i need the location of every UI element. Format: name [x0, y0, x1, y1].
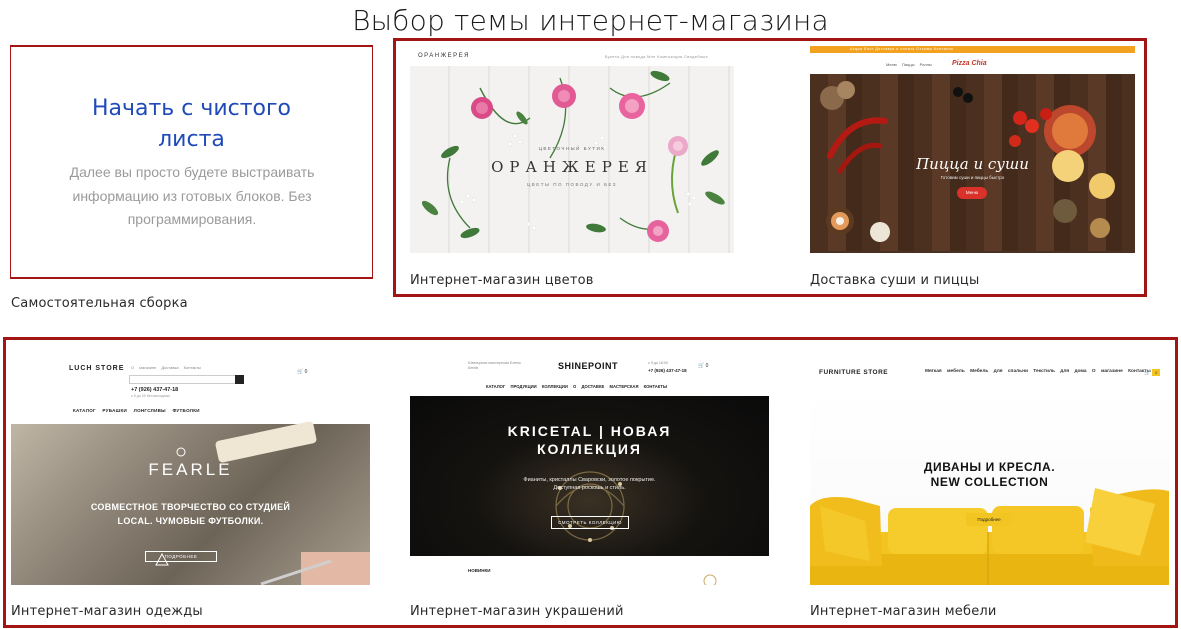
page-title: Выбор темы интернет-магазина — [352, 4, 829, 37]
theme-card-flowers[interactable]: ОРАНЖЕРЕЯ Букеты Для повода Мне Композиц… — [410, 48, 734, 253]
blank-desc-line1: Далее вы просто будете выстраивать — [69, 164, 315, 180]
jewelry-new-label: НОВИНКИ — [468, 568, 491, 573]
jewelry-collection-button: СМОТРЕТЬ КОЛЛЕКЦИЮ — [551, 516, 629, 529]
blank-start-title: Начать с чистого листа — [11, 93, 372, 155]
furniture-more-button: Подробнее — [966, 513, 1012, 526]
jewelry-hero-sub-line2: Доступная роскошь и стиль. — [553, 485, 626, 491]
theme-card-furniture[interactable]: FURNITURE STORE Мягкая мебель Мебель для… — [810, 356, 1169, 585]
sushi-menu-button: Меню — [957, 187, 987, 199]
theme-caption-jewelry[interactable]: Интернет-магазин украшений — [410, 604, 624, 619]
sushi-hero-title: Пицца и суши — [916, 155, 1029, 173]
blank-desc-line2: информацию из готовых блоков. Без — [72, 187, 312, 204]
theme-caption-furniture[interactable]: Интернет-магазин мебели — [810, 604, 997, 619]
theme-card-jewelry[interactable]: Ювелирная мастерская Елены Бенда SHINEPO… — [410, 356, 769, 585]
clothes-hero-line2: LOCAL. ЧУМОВЫЕ ФУТБОЛКИ. — [117, 516, 264, 526]
blank-title-line2: листа — [158, 127, 225, 152]
blank-desc-line3: программирования. — [127, 211, 257, 227]
clothes-more-button: ПОДРОБНЕЕ — [145, 551, 217, 562]
theme-caption-flowers[interactable]: Интернет-магазин цветов — [410, 273, 594, 288]
jewelry-hero-title-line2: КОЛЛЕКЦИЯ — [537, 441, 642, 457]
jewelry-decoration — [410, 471, 769, 585]
blank-start-description: Далее вы просто будете выстраивать инфор… — [47, 161, 337, 232]
blank-start-caption[interactable]: Самостоятельная сборка — [11, 296, 188, 311]
blank-start-card[interactable]: Начать с чистого листа Далее вы просто б… — [11, 47, 372, 277]
flowers-pretitle: ЦВЕТОЧНЫЙ БУТИК — [538, 146, 606, 151]
jewelry-hero-title-line1: KRICETAL | НОВАЯ — [507, 423, 672, 439]
clothes-hero-line1: СОВМЕСТНОЕ ТВОРЧЕСТВО СО СТУДИЕЙ — [90, 502, 291, 512]
sushi-hero-subtitle: Готовим суши и пиццы быстро — [940, 175, 1005, 180]
flowers-hero-title: ОРАНЖЕРЕЯ — [491, 158, 653, 176]
theme-caption-sushi[interactable]: Доставка суши и пиццы — [810, 273, 979, 288]
furniture-hero-title-line2: NEW COLLECTION — [930, 475, 1049, 489]
theme-card-sushi[interactable]: Акции Блог Доставка и оплата Отзывы Конт… — [810, 46, 1135, 253]
theme-caption-clothes[interactable]: Интернет-магазин одежды — [11, 604, 203, 619]
jewelry-hero-sub-line1: Фианиты, кристаллы Сваровски, золотое по… — [523, 477, 656, 483]
blank-title-line1: Начать с чистого — [91, 96, 292, 121]
theme-card-clothes[interactable]: LUCH STORE О магазине Доставка Контакты … — [11, 356, 370, 585]
flowers-hero-subtitle: ЦВЕТЫ ПО ПОВОДУ И БЕЗ — [526, 182, 618, 187]
food-decoration — [820, 81, 1115, 242]
clothes-hero-brand: FEARLE — [148, 460, 233, 479]
furniture-hero-title-line1: ДИВАНЫ И КРЕСЛА. — [923, 460, 1056, 474]
